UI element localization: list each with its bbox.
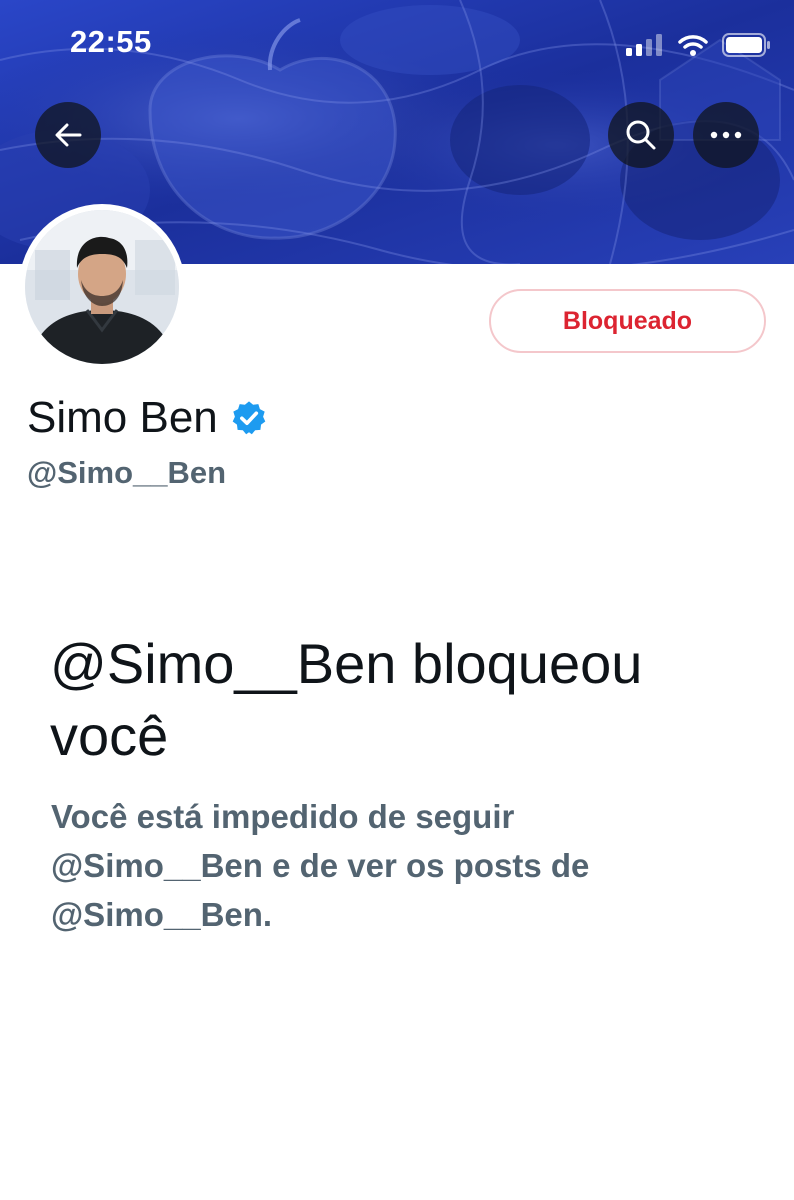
status-icons (626, 30, 772, 60)
blocked-button[interactable]: Bloqueado (489, 289, 766, 353)
avatar-image (25, 210, 179, 364)
display-name-row: Simo Ben (27, 392, 268, 444)
blocked-notice-description: Você está impedido de seguir @Simo__Ben … (51, 798, 590, 933)
display-name: Simo Ben (27, 393, 218, 442)
profile-handle: @Simo__Ben (27, 455, 227, 490)
search-icon (626, 120, 656, 150)
verified-badge-icon[interactable] (230, 399, 268, 437)
status-time: 22:55 (70, 24, 152, 59)
battery-icon (722, 33, 770, 57)
profile-avatar[interactable] (19, 204, 185, 370)
blocked-notice-title: @Simo__Ben bloqueou você (50, 632, 643, 767)
wifi-icon (678, 35, 708, 56)
more-horizontal-icon (710, 131, 742, 139)
arrow-left-icon (55, 123, 82, 147)
search-button[interactable] (608, 102, 674, 168)
more-options-button[interactable] (693, 102, 759, 168)
back-button[interactable] (35, 102, 101, 168)
signal-bars-icon (626, 34, 662, 56)
